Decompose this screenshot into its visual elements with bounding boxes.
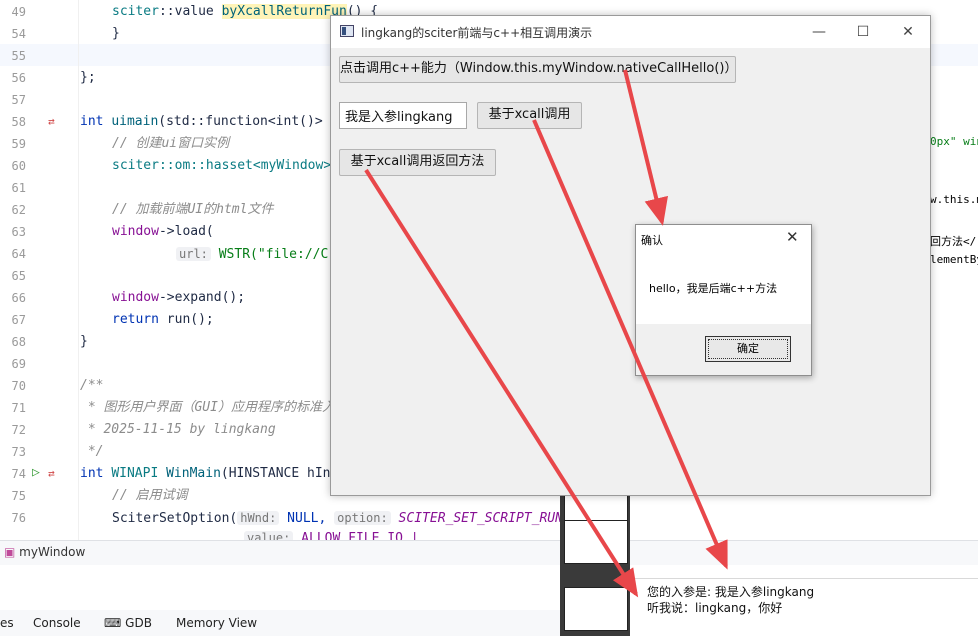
minimize-icon[interactable]: — [805,21,833,43]
xcall-return-button[interactable]: 基于xcall调用返回方法 [339,149,496,176]
override-gutter-icon[interactable]: ⇄ [48,115,55,129]
window-thumbnail[interactable] [564,520,628,564]
confirm-dialog: 确认 ✕ hello，我是后端c++方法 确定 [635,224,812,376]
line-number: 75 [11,489,26,503]
run-gutter-icon[interactable]: ▷ [32,466,40,480]
code-editor-split-pane: 0px" win w.this.m 回方法</ lementBy [930,70,978,540]
line-number: 74 [11,467,26,481]
line-number: 59 [11,137,26,151]
line-number: 56 [11,71,26,85]
code-comment: * 2025-11-15 by lingkang [80,422,276,437]
line-number: 71 [11,401,26,415]
run-toolwindow-header: ▣ myWindow [0,540,978,565]
window-thumbnail[interactable] [564,587,628,631]
ok-button[interactable]: 确定 [705,336,791,362]
code-fragment: lementBy [930,253,978,266]
dialog-footer: 确定 [636,324,811,375]
tab-memory-view[interactable]: Memory View [176,616,257,630]
line-number: 57 [11,93,26,107]
close-icon[interactable]: ✕ [894,21,922,43]
console-output: 您的入参是: 我是入参lingkang 听我说：lingkang，你好 [630,578,978,637]
line-number: 63 [11,225,26,239]
window-titlebar[interactable]: lingkang的sciter前端与c++相互调用演示 — ☐ ✕ [331,16,930,48]
param-hint: value: [244,531,294,540]
line-number: 76 [11,511,26,525]
code-line: SciterSetOption(hWnd: NULL, option: SCIT… [112,511,563,526]
console-line: 您的入参是: 我是入参lingkang [647,585,815,599]
code-line: int uimain(std::function<int()> [80,114,331,129]
xcall-button[interactable]: 基于xcall调用 [477,102,582,129]
line-number: 66 [11,291,26,305]
sciter-app-window: lingkang的sciter前端与c++相互调用演示 — ☐ ✕ 点击调用c+… [330,15,931,496]
line-number: 61 [11,181,26,195]
code-comment: // 创建ui窗口实例 [112,136,230,151]
code-comment: /** [80,378,104,393]
line-number: 58 [11,115,26,129]
line-number: 64 [11,247,26,261]
window-app-icon: ▣ [4,545,16,559]
run-config-label: myWindow [19,545,86,559]
bottom-tool-tabs: es Console ⌨ GDB Memory View [0,610,560,636]
window-app-icon [340,25,354,37]
code-fragment: 0px" win [930,135,978,148]
code-comment: // 加载前端UI的html文件 [112,202,274,217]
tab-gdb[interactable]: ⌨ GDB [104,616,152,630]
code-comment: */ [80,444,104,459]
native-call-button[interactable]: 点击调用c++能力（Window.this.myWindow.nativeCal… [339,56,738,83]
line-number: 73 [11,445,26,459]
code-line: return run(); [112,312,214,327]
taskbar-thumbnails [560,495,630,636]
line-number: 69 [11,357,26,371]
code-line: } [112,26,120,41]
code-line: url: WSTR("file://C:\ [176,246,344,263]
code-comment: * 图形用户界面（GUI）应用程序的标准入 [80,400,335,415]
run-config-tab[interactable]: ▣ myWindow [4,545,85,559]
param-hint: option: [334,511,391,525]
code-line: } [80,334,88,349]
window-title: lingkang的sciter前端与c++相互调用演示 [361,26,593,40]
dialog-title: 确认 [641,234,663,247]
code-comment: // 启用试调 [112,488,188,503]
code-line: window->expand(); [112,290,246,305]
code-line: int WINAPI WinMain(HINSTANCE hIn [80,466,331,481]
line-number: 65 [11,269,26,283]
line-number: 72 [11,423,26,437]
editor-gutter: 49 54 55 56 57 58 59 60 61 62 63 64 65 6… [0,0,79,540]
line-number: 67 [11,313,26,327]
code-fragment: 回方法</ [930,235,977,248]
line-number: 60 [11,159,26,173]
line-number: 54 [11,27,26,41]
line-number: 70 [11,379,26,393]
param-input[interactable] [339,102,467,129]
line-number: 62 [11,203,26,217]
console-line: 听我说：lingkang，你好 [647,601,783,615]
code-line: value: ALLOW_FILE_IO | [244,530,419,540]
param-hint: hWnd: [237,511,280,525]
line-number: 55 [11,49,26,63]
param-hint: url: [176,247,211,261]
code-fragment: w.this.m [930,193,978,206]
tab-console[interactable]: Console [33,616,81,630]
line-number: 49 [11,5,26,19]
tab-services[interactable]: es [0,616,14,630]
code-line: }; [80,70,96,85]
code-line: window->load( [112,224,214,239]
dialog-message: hello，我是后端c++方法 [649,282,778,295]
close-icon[interactable]: ✕ [786,228,799,246]
line-number: 68 [11,335,26,349]
override-gutter-icon[interactable]: ⇄ [48,467,55,481]
maximize-icon[interactable]: ☐ [849,21,877,43]
code-line: sciter::om::hasset<myWindow> [112,158,332,173]
gdb-icon: ⌨ [104,616,122,630]
